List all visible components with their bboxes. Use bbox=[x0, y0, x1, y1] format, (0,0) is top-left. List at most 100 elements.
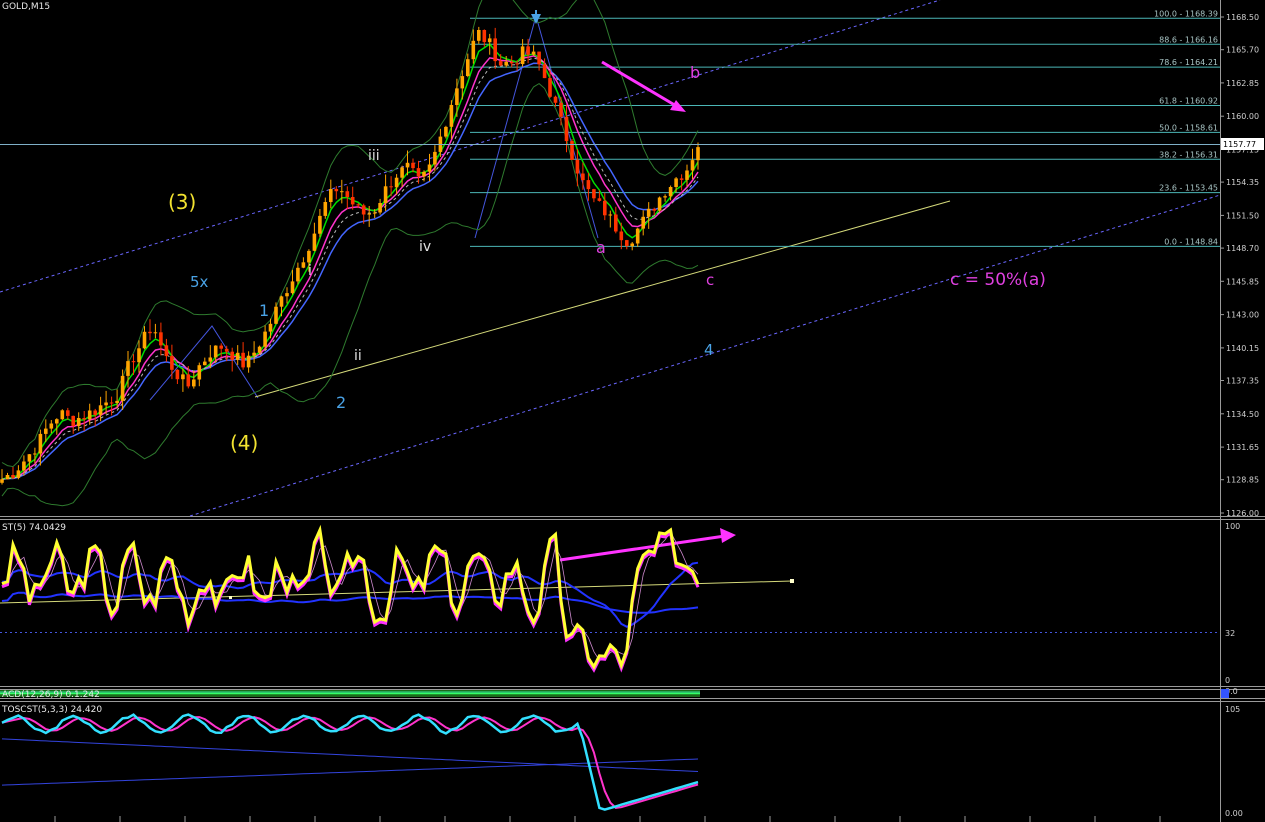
candle-body bbox=[515, 63, 519, 65]
fib-labels: 100.0 - 1168.39 88.6 - 1166.16 78.6 - 1164… bbox=[1154, 9, 1218, 246]
candle-body bbox=[285, 293, 289, 297]
candle-body bbox=[148, 331, 152, 334]
candle-body bbox=[203, 361, 207, 366]
macd-axis-marker bbox=[1221, 689, 1229, 698]
fib-level-label: 23.6 - 1153.45 bbox=[1159, 184, 1218, 193]
moving-averages bbox=[1, 42, 699, 481]
candle-body bbox=[630, 243, 634, 247]
wave-triangles bbox=[149, 14, 599, 401]
candle-body bbox=[646, 208, 651, 217]
candle-body bbox=[142, 331, 147, 349]
oscillator-pane: TOSCST(5,3,3) 24.420 105 0.00 bbox=[1, 705, 1243, 818]
candle-body bbox=[575, 159, 580, 174]
ema-mid-line bbox=[1, 55, 699, 481]
candle-body bbox=[164, 345, 169, 357]
candle-body bbox=[252, 352, 256, 356]
candle-body bbox=[444, 126, 448, 137]
y-tick-label: 1137.35 bbox=[1226, 377, 1259, 386]
candle-body bbox=[98, 405, 103, 415]
candle-body bbox=[657, 197, 662, 211]
candle-body bbox=[0, 479, 4, 483]
candle-body bbox=[433, 151, 437, 165]
wave-label: i bbox=[308, 263, 312, 279]
candle-body bbox=[361, 205, 366, 215]
candle-body bbox=[416, 168, 421, 177]
y-tick-label: 1126.00 bbox=[1226, 509, 1259, 518]
trend-support-line bbox=[254, 200, 951, 398]
candle-body bbox=[5, 475, 10, 480]
candle-body bbox=[44, 428, 48, 434]
chart-frame bbox=[0, 0, 1265, 822]
candle-body bbox=[87, 410, 92, 420]
stoch-anchor-marker-2 bbox=[229, 596, 232, 599]
candle-body bbox=[301, 262, 306, 268]
candle-body bbox=[482, 30, 487, 43]
candle-body bbox=[71, 415, 75, 427]
oscillator-lines bbox=[1, 713, 699, 811]
macd-label: ACD(12,26,9) 0.1.242 bbox=[2, 690, 100, 700]
fib-level-label: 0.0 - 1148.84 bbox=[1164, 237, 1218, 246]
candle-body bbox=[597, 198, 602, 201]
candle-body bbox=[120, 375, 125, 401]
candle-body bbox=[27, 454, 32, 462]
candle-body bbox=[498, 61, 503, 66]
price-axis: 1168.501165.701162.851160.001157.151154.… bbox=[1226, 13, 1259, 518]
candle-body bbox=[11, 475, 15, 478]
candle-body bbox=[318, 215, 322, 234]
y-tick-label: 1148.70 bbox=[1226, 244, 1259, 253]
wave-label: c bbox=[706, 271, 714, 289]
osc-tick-105: 105 bbox=[1225, 705, 1240, 714]
candle-body bbox=[586, 180, 591, 190]
candle-body bbox=[619, 231, 624, 241]
ema-slow-line bbox=[1, 62, 699, 481]
candle-body bbox=[33, 453, 37, 455]
wave-label: iii bbox=[368, 148, 380, 164]
bollinger-lower bbox=[1, 82, 699, 507]
candle-body bbox=[685, 170, 689, 180]
candle-body bbox=[356, 204, 360, 206]
wave-label: (4) bbox=[230, 431, 258, 455]
y-tick-label: 1154.35 bbox=[1226, 178, 1259, 187]
candle-body bbox=[257, 346, 262, 353]
candle-body bbox=[455, 88, 459, 105]
candle-body bbox=[372, 212, 377, 214]
top-marker bbox=[531, 10, 541, 24]
candle-body bbox=[350, 197, 355, 205]
stoch-tick-32: 32 bbox=[1225, 629, 1235, 638]
stochastic-lines bbox=[1, 524, 700, 673]
candle-body bbox=[652, 208, 656, 211]
y-tick-label: 1143.00 bbox=[1226, 311, 1259, 320]
ema-fast-line bbox=[1, 42, 699, 481]
candle-body bbox=[504, 61, 508, 66]
candle-body bbox=[49, 423, 54, 429]
fib-level-label: 88.6 - 1166.16 bbox=[1159, 35, 1218, 44]
y-tick-label: 1151.50 bbox=[1226, 211, 1259, 220]
y-tick-label: 1162.85 bbox=[1226, 79, 1259, 88]
ema-dashed-line bbox=[1, 57, 699, 480]
candle-body bbox=[268, 323, 273, 332]
wave-label: iv bbox=[419, 239, 431, 255]
candle-body bbox=[383, 186, 388, 203]
divergence-arrows bbox=[559, 60, 736, 562]
candle-body bbox=[635, 228, 640, 244]
y-tick-label: 1165.70 bbox=[1226, 46, 1259, 55]
fib-level-label: 100.0 - 1168.39 bbox=[1154, 9, 1218, 18]
candle-body bbox=[548, 78, 552, 97]
candle-body bbox=[487, 38, 492, 43]
candle-body bbox=[153, 332, 158, 334]
candle-body bbox=[466, 59, 470, 76]
y-tick-label: 1134.50 bbox=[1226, 410, 1259, 419]
candle-body bbox=[170, 356, 174, 370]
stoch-arrow-head bbox=[720, 528, 736, 543]
candle-body bbox=[509, 61, 514, 64]
candle-body bbox=[641, 216, 645, 229]
fib-level-label: 38.2 - 1156.31 bbox=[1159, 150, 1218, 159]
fib-level-label: 50.0 - 1158.61 bbox=[1159, 123, 1218, 132]
candle-body bbox=[592, 189, 596, 199]
candle-body bbox=[137, 348, 141, 363]
stoch-anchor-marker bbox=[790, 579, 794, 583]
candle-body bbox=[625, 240, 629, 247]
candle-body bbox=[679, 178, 684, 180]
y-tick-label: 1131.65 bbox=[1226, 443, 1259, 452]
candle-body bbox=[126, 361, 130, 376]
